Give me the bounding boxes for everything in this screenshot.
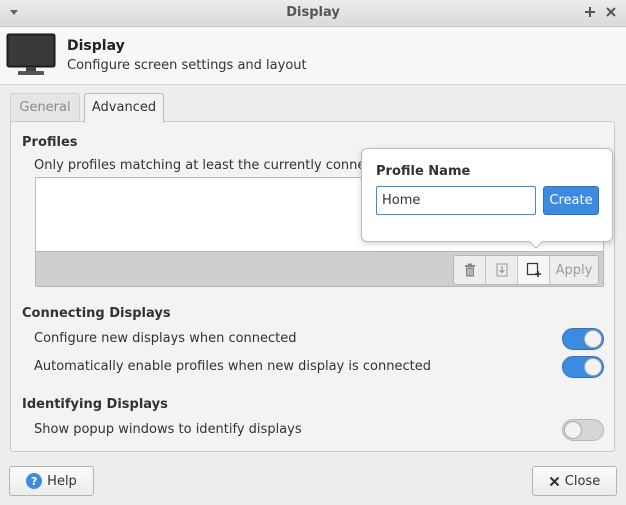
profile-actions: Apply bbox=[453, 255, 599, 285]
profiles-section-title: Profiles bbox=[22, 135, 78, 150]
auto-enable-profiles-label: Automatically enable profiles when new d… bbox=[34, 359, 431, 374]
configure-new-displays-switch[interactable] bbox=[562, 328, 604, 350]
close-window-icon[interactable] bbox=[604, 5, 618, 19]
new-profile-button[interactable] bbox=[518, 256, 550, 284]
trash-icon bbox=[464, 263, 475, 277]
connecting-displays-title: Connecting Displays bbox=[22, 306, 171, 321]
download-icon bbox=[496, 263, 507, 277]
tab-general[interactable]: General bbox=[10, 93, 80, 121]
profiles-toolbar: Apply bbox=[35, 251, 604, 287]
dialog-header: Display Configure screen settings and la… bbox=[0, 27, 626, 85]
dialog-subtitle: Configure screen settings and layout bbox=[67, 58, 307, 73]
close-button-label: Close bbox=[564, 473, 601, 489]
close-icon bbox=[549, 476, 559, 486]
show-popup-windows-switch[interactable] bbox=[562, 419, 604, 441]
profile-name-popover: Profile Name Home Create bbox=[361, 148, 613, 242]
close-button[interactable]: Close bbox=[532, 466, 617, 496]
apply-profile-button[interactable]: Apply bbox=[550, 256, 598, 284]
new-profile-icon bbox=[526, 262, 541, 277]
help-icon: ? bbox=[26, 473, 43, 489]
identifying-displays-title: Identifying Displays bbox=[22, 397, 168, 412]
switch-knob bbox=[564, 421, 582, 439]
monitor-icon bbox=[6, 33, 56, 75]
window-title: Display bbox=[286, 5, 340, 20]
tab-advanced[interactable]: Advanced bbox=[84, 93, 164, 123]
create-profile-button[interactable]: Create bbox=[543, 186, 599, 215]
configure-new-displays-label: Configure new displays when connected bbox=[34, 331, 297, 346]
title-bar: Display bbox=[0, 0, 626, 27]
switch-knob bbox=[584, 330, 602, 348]
save-profile-button[interactable] bbox=[486, 256, 518, 284]
delete-profile-button[interactable] bbox=[454, 256, 486, 284]
display-settings-window: Display Display Configure screen setting… bbox=[0, 0, 626, 505]
help-button-label: Help bbox=[47, 473, 77, 489]
help-button[interactable]: ? Help bbox=[9, 466, 94, 496]
profile-name-title: Profile Name bbox=[376, 164, 471, 179]
maximize-icon[interactable] bbox=[583, 5, 597, 19]
auto-enable-profiles-switch[interactable] bbox=[562, 356, 604, 378]
dialog-title: Display bbox=[67, 38, 125, 54]
switch-knob bbox=[584, 358, 602, 376]
show-popup-windows-label: Show popup windows to identify displays bbox=[34, 422, 302, 437]
profile-name-input[interactable]: Home bbox=[376, 186, 536, 215]
popover-arrow bbox=[529, 241, 543, 249]
